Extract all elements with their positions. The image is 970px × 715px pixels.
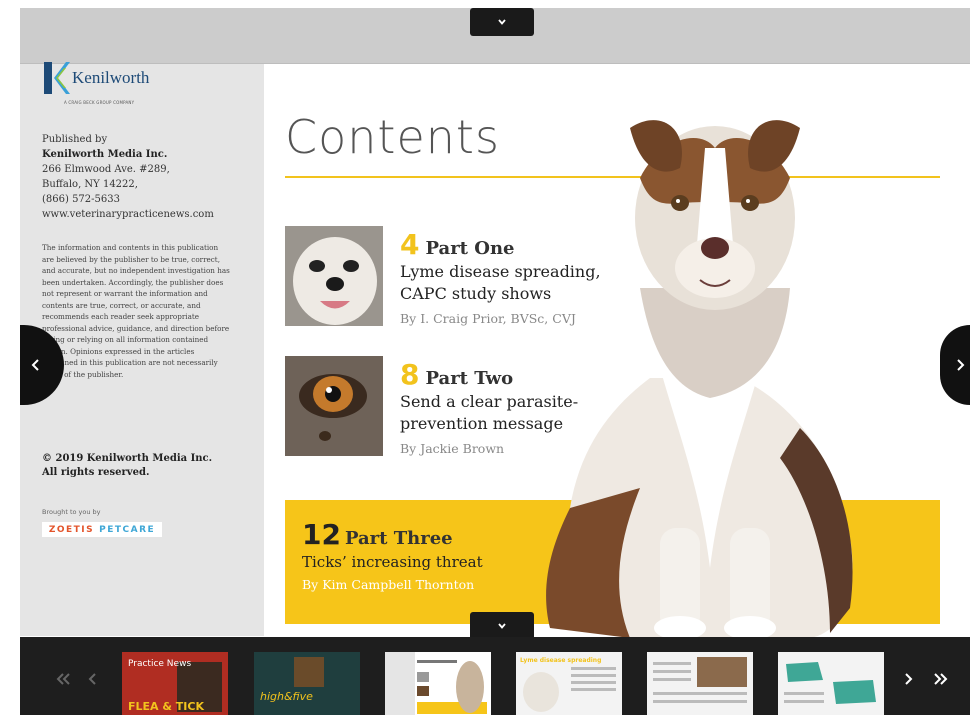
article-headline-line2: CAPC study shows bbox=[400, 284, 552, 303]
collapse-top-button[interactable] bbox=[470, 8, 534, 36]
page-thumbnail-maps[interactable] bbox=[778, 652, 884, 715]
article-page-number: 8 bbox=[400, 358, 420, 391]
page-thumbnail-cover[interactable]: Practice News FLEA & TICK bbox=[122, 652, 228, 715]
logo-wordmark: Kenilworth bbox=[72, 68, 150, 87]
dog-eye-thumbnail bbox=[285, 356, 383, 456]
article-headline-line2: prevention message bbox=[400, 414, 564, 433]
address-line-2: Buffalo, NY 14222, bbox=[42, 179, 138, 190]
expand-thumbnails-button[interactable] bbox=[470, 612, 534, 640]
thumbs-prev-button[interactable] bbox=[88, 672, 98, 686]
page-thumbnail-article[interactable] bbox=[647, 652, 753, 715]
next-page-button[interactable] bbox=[940, 325, 970, 405]
article-part-one[interactable]: 4 Part One Lyme disease spreading, CAPC s… bbox=[400, 228, 640, 326]
kenilworth-logo-icon bbox=[44, 62, 70, 94]
article-part-label: Part One bbox=[425, 238, 515, 259]
publisher-name: Kenilworth Media Inc. bbox=[42, 149, 168, 160]
zoetis-petcare-logo: ZOETIS PETCARE bbox=[42, 522, 162, 537]
chevron-down-icon bbox=[498, 623, 506, 629]
address-line-1: 266 Elmwood Ave. #289, bbox=[42, 164, 170, 175]
article-part-label: Part Three bbox=[344, 528, 453, 549]
website-link[interactable]: www.veterinarypracticenews.com bbox=[42, 207, 232, 222]
page-thumbnail-contents[interactable] bbox=[385, 652, 491, 715]
article-part-three[interactable]: 12 Part Three Ticks’ increasing threat By… bbox=[302, 518, 483, 592]
contents-title: Contents bbox=[285, 110, 500, 164]
thumb-cover-title: Practice News bbox=[128, 659, 191, 669]
thumb-ad-text: high&five bbox=[260, 690, 313, 703]
article-byline: By I. Craig Prior, BVSc, CVJ bbox=[400, 311, 576, 326]
thumb-part-one-title: Lyme disease spreading bbox=[520, 657, 601, 664]
last-page-button[interactable] bbox=[933, 672, 949, 686]
chevron-down-icon bbox=[498, 19, 506, 25]
article-headline-line1: Ticks’ increasing threat bbox=[302, 553, 483, 571]
article-headline-line1: Lyme disease spreading, bbox=[400, 262, 601, 281]
article-part-label: Part Two bbox=[425, 368, 514, 389]
article-page-number: 4 bbox=[400, 228, 420, 261]
logo-tagline: A CRAIG BECK GROUP COMPANY bbox=[64, 100, 135, 105]
page-thumbnail-part-one[interactable]: Lyme disease spreading bbox=[516, 652, 622, 715]
article-part-two[interactable]: 8 Part Two Send a clear parasite- prevent… bbox=[400, 358, 640, 456]
first-page-button[interactable] bbox=[55, 672, 71, 686]
published-by-label: Published by bbox=[42, 134, 108, 145]
thumb-cover-flea: FLEA & TICK bbox=[128, 700, 204, 713]
kenilworth-logo: Kenilworth A CRAIG BECK GROUP COMPANY bbox=[42, 60, 162, 116]
copyright-line-1: © 2019 Kenilworth Media Inc. bbox=[42, 453, 213, 464]
sponsor-name-2: PETCARE bbox=[99, 524, 156, 535]
article-byline: By Kim Campbell Thornton bbox=[302, 577, 475, 592]
article-page-number: 12 bbox=[302, 518, 341, 551]
page-thumbnail-ad[interactable]: high&five bbox=[254, 652, 360, 715]
chevron-left-icon bbox=[31, 359, 39, 371]
sponsor-caption: Brought to you by bbox=[42, 508, 101, 516]
sponsor-name-1: ZOETIS bbox=[48, 524, 95, 535]
phone-number: (866) 572-5633 bbox=[42, 194, 120, 205]
disclaimer-text: The information and contents in this pub… bbox=[42, 243, 230, 379]
copyright-line-2: All rights reserved. bbox=[42, 467, 150, 478]
shih-tzu-thumbnail bbox=[285, 226, 383, 326]
chevron-right-icon bbox=[957, 359, 965, 371]
thumbs-next-button[interactable] bbox=[903, 672, 913, 686]
copyright: © 2019 Kenilworth Media Inc. All rights … bbox=[42, 452, 242, 480]
article-headline-line1: Send a clear parasite- bbox=[400, 392, 579, 411]
article-byline: By Jackie Brown bbox=[400, 441, 505, 456]
publisher-info: Published by Kenilworth Media Inc. 266 E… bbox=[42, 132, 232, 222]
